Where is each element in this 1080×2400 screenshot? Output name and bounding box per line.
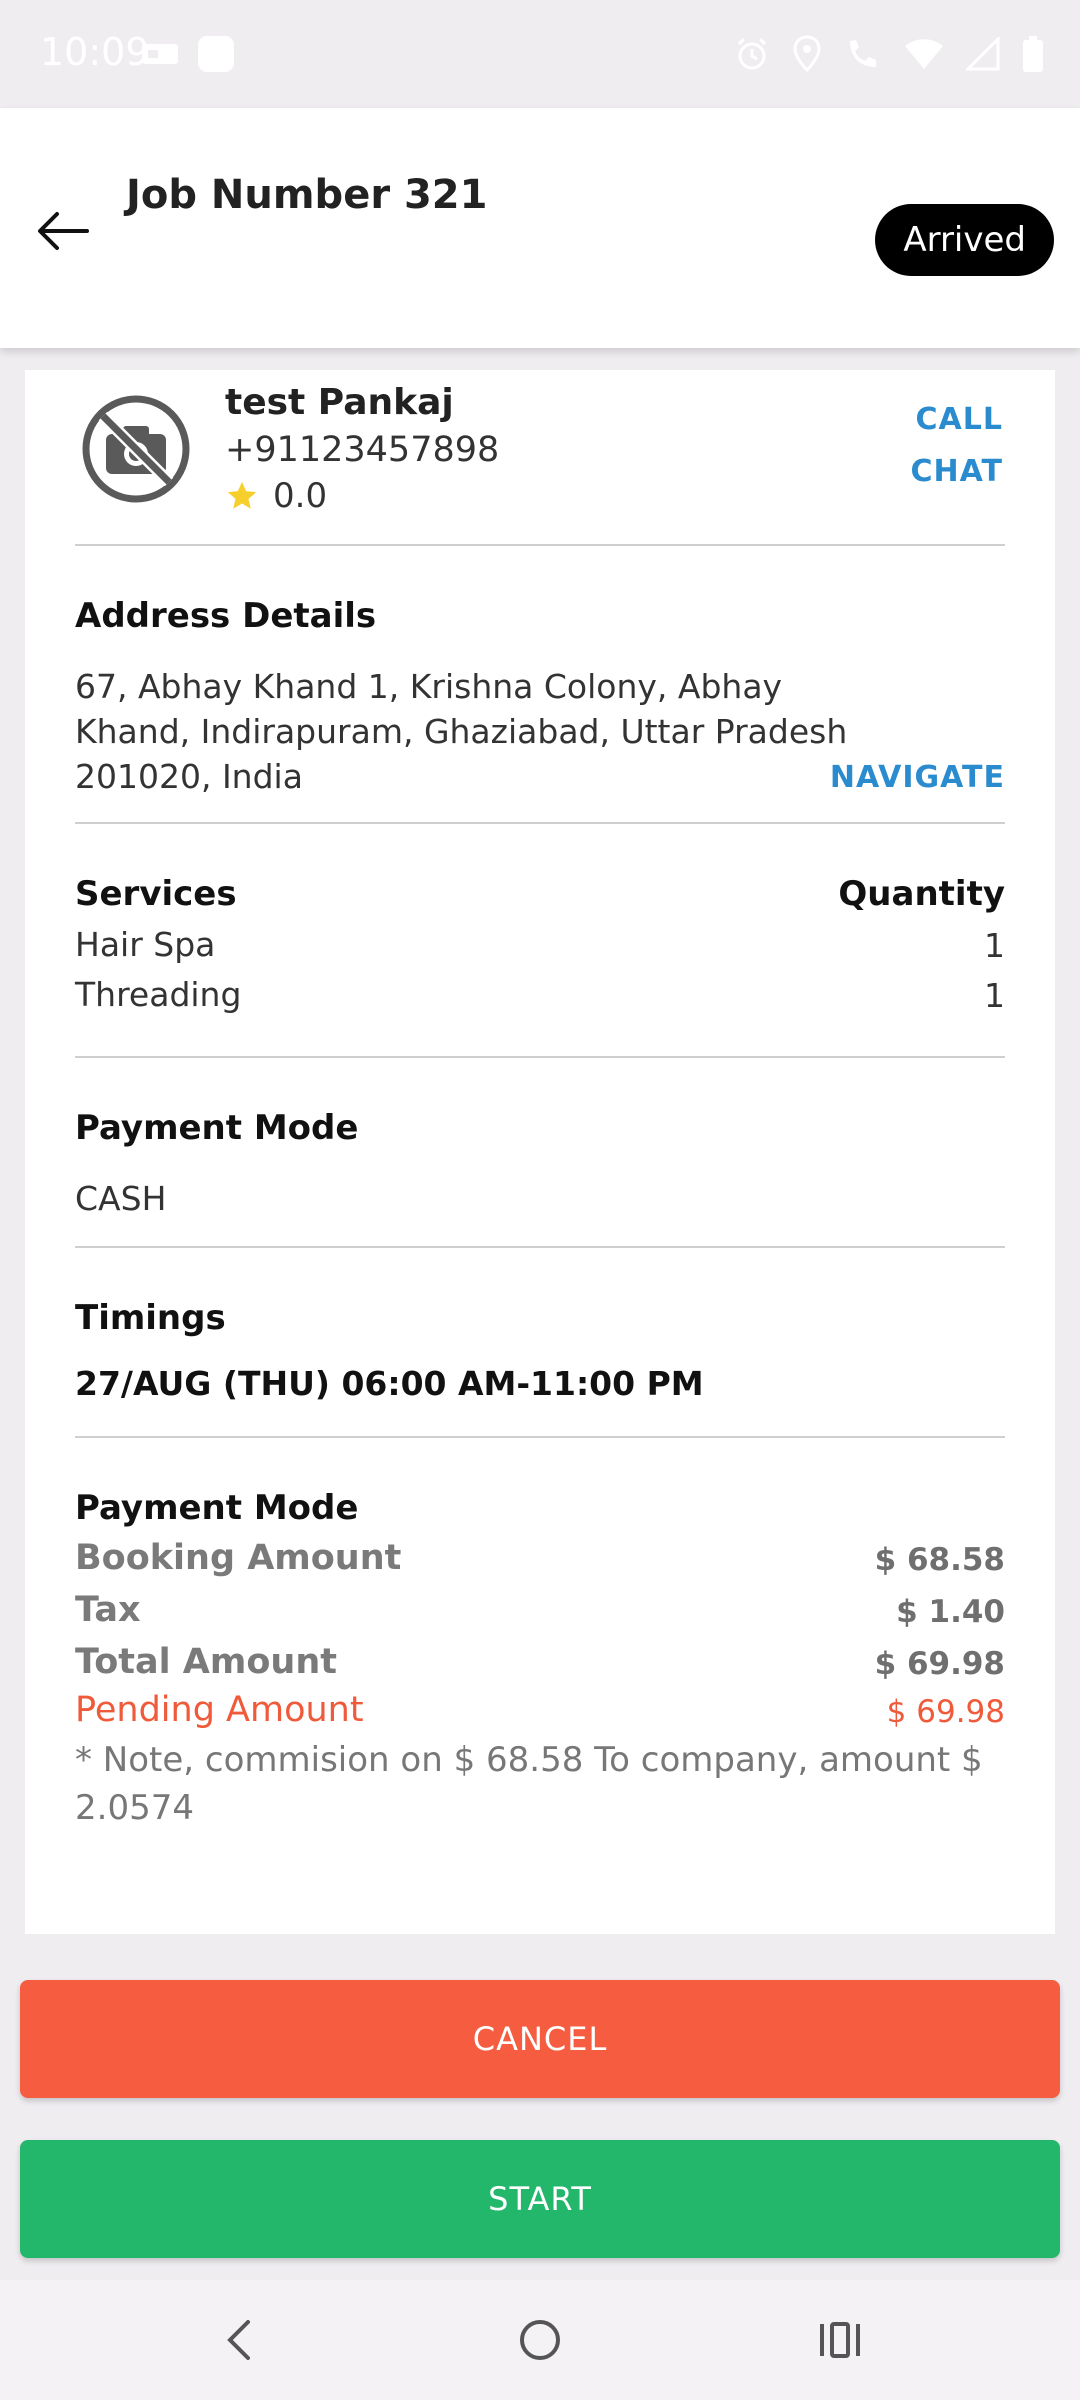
payment-mode-title: Payment Mode [75, 1108, 359, 1148]
back-button[interactable] [30, 198, 96, 264]
no-photo-icon [82, 395, 190, 503]
cancel-button[interactable]: CANCEL [20, 1980, 1060, 2098]
nav-back-button[interactable] [210, 2310, 270, 2370]
payment-mode-value: CASH [75, 1179, 167, 1218]
nav-home-button[interactable] [510, 2310, 570, 2370]
star-icon [227, 481, 257, 509]
total-amount-value: $ 69.98 [874, 1646, 1005, 1682]
rating-value: 0.0 [273, 476, 328, 516]
job-details-card: test Pankaj +91123457898 0.0 CALL CHAT A… [25, 370, 1055, 1934]
address-line: Khand, Indirapuram, Ghaziabad, Uttar Pra… [75, 712, 848, 751]
address-title: Address Details [75, 596, 377, 636]
tax-label: Tax [75, 1590, 141, 1630]
service-name: Hair Spa [75, 925, 216, 964]
app-bar: Job Number 321 Arrived [0, 108, 1080, 348]
commission-note: * Note, commision on $ 68.58 To company,… [75, 1740, 983, 1780]
chevron-left-icon [227, 2320, 250, 2360]
status-time: 10:09 [40, 30, 150, 74]
system-nav-bar [0, 2280, 1080, 2400]
timings-title: Timings [75, 1298, 226, 1338]
divider [75, 1246, 1005, 1248]
divider [75, 822, 1005, 824]
total-amount-label: Total Amount [75, 1642, 337, 1682]
tax-value: $ 1.40 [896, 1594, 1005, 1630]
customer-rating: 0.0 [225, 476, 327, 516]
service-quantity: 1 [984, 926, 1005, 965]
recents-icon [820, 2322, 860, 2358]
sim-card-icon [142, 44, 178, 64]
signal-icon [966, 37, 1000, 71]
chat-button[interactable]: CHAT [911, 454, 1003, 489]
services-title: Services [75, 874, 237, 914]
battery-icon [1023, 36, 1043, 72]
status-badge: Arrived [875, 204, 1054, 276]
status-bar: 10:09 [0, 0, 1080, 108]
booking-amount-label: Booking Amount [75, 1538, 402, 1578]
home-circle-icon [520, 2320, 560, 2360]
nav-recents-button[interactable] [810, 2310, 870, 2370]
wifi-calling-icon [850, 40, 876, 67]
pending-amount-value: $ 69.98 [886, 1694, 1005, 1730]
location-icon [793, 35, 821, 73]
notification-app-icon [198, 36, 234, 72]
address-line: 201020, India [75, 757, 303, 796]
customer-phone: +91123457898 [225, 430, 500, 470]
billing-title: Payment Mode [75, 1488, 359, 1528]
call-button[interactable]: CALL [916, 402, 1003, 437]
customer-name: test Pankaj [225, 382, 454, 423]
commission-note: 2.0574 [75, 1788, 194, 1828]
booking-amount-value: $ 68.58 [874, 1542, 1005, 1578]
service-quantity: 1 [984, 976, 1005, 1015]
navigate-button[interactable]: NAVIGATE [830, 760, 1005, 795]
address-line: 67, Abhay Khand 1, Krishna Colony, Abhay [75, 667, 783, 706]
wifi-icon [905, 39, 943, 69]
divider [75, 1436, 1005, 1438]
divider [75, 1056, 1005, 1058]
divider [75, 544, 1005, 546]
quantity-header: Quantity [838, 874, 1005, 914]
arrow-left-icon [38, 212, 89, 250]
alarm-icon [737, 37, 767, 70]
start-button[interactable]: START [20, 2140, 1060, 2258]
timings-value: 27/AUG (THU) 06:00 AM-11:00 PM [75, 1364, 704, 1403]
page-title: Job Number 321 [126, 172, 488, 218]
pending-amount-label: Pending Amount [75, 1690, 364, 1730]
service-name: Threading [75, 975, 242, 1014]
